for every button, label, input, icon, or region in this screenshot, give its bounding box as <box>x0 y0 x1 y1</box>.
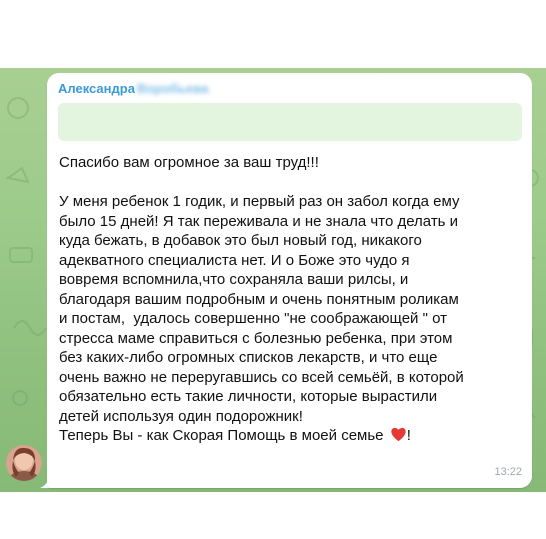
message-line: детей используя один подорожник! <box>59 407 303 425</box>
sender-first-name: Александра <box>58 81 135 96</box>
message-last-line-text: Теперь Вы - как Скорая Помощь в моей сем… <box>59 427 388 444</box>
message-bubble[interactable]: Александра Воробьева Спасибо вам огромное… <box>47 73 532 488</box>
message-line: без каких-либо огромных списков лекарств… <box>59 349 438 366</box>
message-last-line: Теперь Вы - как Скорая Помощь в моей сем… <box>59 426 525 446</box>
message-line: очень важно не переругавшись со всей сем… <box>59 368 464 386</box>
message-line: адекватного специалиста нет. И о Боже эт… <box>59 251 410 269</box>
message-line: обязательно есть такие личности, которые… <box>59 388 438 405</box>
message-text: Спасибо вам огромное за ваш труд!!! У ме… <box>59 153 525 446</box>
message-line: Спасибо вам огромное за ваш труд!!! <box>59 154 319 171</box>
avatar[interactable] <box>6 445 42 481</box>
message-line: стресса маме справиться с болезнью ребен… <box>59 329 453 347</box>
user-avatar-photo-icon <box>6 445 42 481</box>
message-line: было 15 дней! Я так переживала и не знал… <box>59 212 459 230</box>
message-line: У меня ребенок 1 годик, и первый раз он … <box>59 193 460 210</box>
message-line: благодаря вашим подробным и очень понятн… <box>59 290 459 308</box>
message-time: 13:22 <box>494 466 522 478</box>
sender-name[interactable]: Александра Воробьева <box>58 81 208 96</box>
reply-preview-box[interactable] <box>58 103 522 141</box>
message-last-line-end: ! <box>406 427 411 444</box>
sender-last-name-blurred: Воробьева <box>136 81 209 96</box>
message-line: и постам, удалось совершенно "не соображ… <box>59 310 447 327</box>
heart-icon <box>391 427 406 442</box>
message-line: куда бежать, в добавок это был новый год… <box>59 232 422 249</box>
message-line-gap <box>59 173 525 193</box>
message-line: вовремя вспомнила,что сохраняла ваши рил… <box>59 271 409 288</box>
